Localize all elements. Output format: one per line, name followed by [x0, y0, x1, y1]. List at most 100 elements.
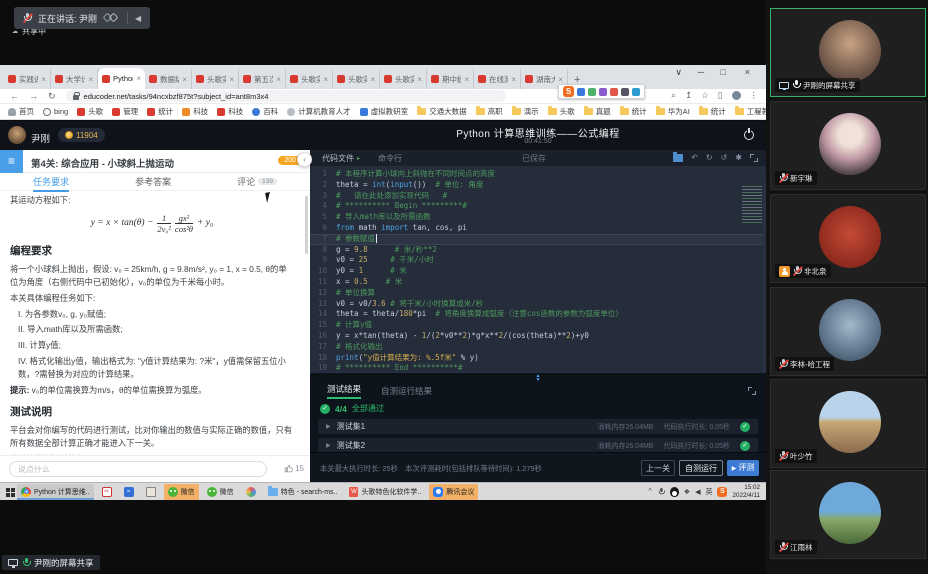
- browser-tab[interactable]: 头歌实×: [333, 69, 380, 89]
- browser-tab[interactable]: 在线测×: [474, 69, 521, 89]
- code-line[interactable]: 2theta = int(input()) # 单位: 角度: [310, 180, 766, 191]
- bookmark-item[interactable]: 高职: [476, 106, 503, 117]
- browser-tab[interactable]: 大学计×: [51, 69, 98, 89]
- meeting-float-bar[interactable]: 正在讲话: 尹刚 ◀: [14, 7, 150, 29]
- taskbar-chrome-button[interactable]: Python 计算思维..: [17, 484, 94, 500]
- bookmark-item[interactable]: 统计: [620, 106, 647, 117]
- bookmark-item[interactable]: 科技: [217, 106, 243, 117]
- browser-tab[interactable]: 头歌实×: [286, 69, 333, 89]
- evaluate-button[interactable]: ▶评测: [727, 460, 759, 476]
- menu-icon[interactable]: ⋮: [750, 90, 759, 101]
- emoji-icon[interactable]: [588, 88, 596, 96]
- test-set-row[interactable]: ▶测试集2消耗内存26.04MB代码执行时长: 0.05秒✓: [318, 438, 758, 453]
- bookmark-item[interactable]: 科技: [182, 106, 208, 117]
- bookmark-item[interactable]: 百科: [252, 106, 278, 117]
- browser-tab[interactable]: 数据结×: [145, 69, 192, 89]
- browser-tab[interactable]: 期中统×: [427, 69, 474, 89]
- browser-tab[interactable]: Python×: [98, 68, 145, 89]
- taskbar-snip-button[interactable]: ✂: [98, 484, 116, 500]
- bookmark-item[interactable]: 计算机教育人才: [287, 106, 351, 117]
- participant-tile[interactable]: 叶少竹: [770, 379, 926, 468]
- tab-close-icon[interactable]: ×: [417, 75, 422, 84]
- address-bar[interactable]: educoder.net/tasks/94ncxbzf875t?subject_…: [66, 90, 506, 102]
- input-language[interactable]: 英: [705, 487, 712, 497]
- tab-close-icon[interactable]: ×: [276, 75, 281, 84]
- close-icon[interactable]: ×: [745, 67, 750, 77]
- share-icon[interactable]: ↥: [685, 90, 692, 101]
- code-line[interactable]: 4# ********** Begin *********#: [310, 201, 766, 212]
- taskbar-clock[interactable]: 15:02 2022/4/11: [732, 484, 762, 500]
- user-avatar[interactable]: [8, 126, 26, 144]
- bookmark-item[interactable]: 首页: [8, 106, 34, 117]
- comment-input[interactable]: [9, 461, 267, 477]
- code-line[interactable]: 6from math import tan, cos, pi: [310, 223, 766, 234]
- taskbar-folder2-button[interactable]: 特色 - search-ms..: [264, 484, 342, 500]
- reload-icon[interactable]: ↻: [48, 91, 56, 102]
- panel-resize-handle[interactable]: ▲▼: [310, 372, 766, 382]
- code-line[interactable]: 9v0 = 25 # 千米/小时: [310, 255, 766, 266]
- clipboard-icon[interactable]: [610, 88, 618, 96]
- tab-close-icon[interactable]: ×: [323, 75, 328, 84]
- participant-tile[interactable]: 尹刚的屏幕共享: [770, 8, 926, 97]
- bookmark-item[interactable]: bing: [43, 107, 68, 116]
- sogou-tray-icon[interactable]: S: [717, 487, 727, 497]
- tab-close-icon[interactable]: ×: [511, 75, 516, 84]
- taskbar-wechat-button[interactable]: 微信: [164, 484, 199, 500]
- bookmark-item[interactable]: 华为AI: [656, 106, 690, 117]
- bookmark-item[interactable]: 工程教育专业认证: [735, 106, 766, 117]
- browser-tab[interactable]: 实践课×: [4, 69, 51, 89]
- code-line[interactable]: 11x = 0.5 # 米: [310, 277, 766, 288]
- profile-avatar[interactable]: [732, 91, 741, 100]
- start-button-icon[interactable]: [6, 488, 10, 492]
- browser-tab[interactable]: 头歌实×: [192, 69, 239, 89]
- bookmark-item[interactable]: 虚拟教研室: [360, 106, 409, 117]
- code-line[interactable]: 5# 导入math库以及所需函数: [310, 212, 766, 223]
- code-line[interactable]: 19# ********** End **********#: [310, 363, 766, 372]
- tab-test-results[interactable]: 测试结果: [327, 383, 361, 399]
- panel-collapse-handle[interactable]: ‹: [297, 152, 312, 167]
- code-line[interactable]: 10y0 = 1 # 米: [310, 266, 766, 277]
- tab-close-icon[interactable]: ×: [41, 75, 46, 84]
- volume-icon[interactable]: ◀: [695, 488, 700, 496]
- bookmark-item[interactable]: 交通大数据: [417, 106, 467, 117]
- code-line[interactable]: 15# 计算y值: [310, 320, 766, 331]
- browser-tab[interactable]: 头歌实×: [380, 69, 427, 89]
- reset-icon[interactable]: ↻: [706, 153, 713, 162]
- side-panel-icon[interactable]: ▯: [718, 90, 723, 101]
- tab-close-icon[interactable]: ×: [370, 75, 375, 84]
- tab-close-icon[interactable]: ×: [558, 75, 563, 84]
- code-line[interactable]: 3# 请在此处添加实现代码 #: [310, 191, 766, 202]
- tab-close-icon[interactable]: ×: [88, 75, 93, 84]
- tab-command-line[interactable]: 命令行: [378, 153, 402, 164]
- code-line[interactable]: 1# 本程序计算小球向上斜抛在不同时间点的高度: [310, 169, 766, 180]
- voice-icon[interactable]: [599, 88, 607, 96]
- expand-arrow-icon[interactable]: ▶: [326, 423, 331, 430]
- code-line[interactable]: 8g = 9.8 # 米/秒**2: [310, 245, 766, 256]
- tray-mic-icon[interactable]: [658, 488, 664, 496]
- tab-comments[interactable]: 评论 139: [237, 175, 277, 188]
- settings-grid-icon[interactable]: [632, 88, 640, 96]
- bookmark-item[interactable]: 头歌: [77, 106, 103, 117]
- forward-icon[interactable]: →: [29, 91, 38, 101]
- previous-stage-button[interactable]: 上一关: [641, 460, 675, 476]
- bookmark-item[interactable]: 真题: [584, 106, 611, 117]
- participant-tile[interactable]: 李林-哈工程: [770, 287, 926, 376]
- taskbar-word-button[interactable]: W头歌特色化软件学..: [345, 484, 425, 500]
- bookmark-item[interactable]: 管理: [112, 106, 138, 117]
- code-line[interactable]: 13v0 = v0/3.6 # 将千米/小时换算成米/秒: [310, 299, 766, 310]
- tab-requirements[interactable]: 任务要求: [33, 175, 69, 192]
- taskbar-calc-button[interactable]: =: [120, 484, 138, 500]
- maximize-icon[interactable]: □: [721, 67, 726, 77]
- participant-tile[interactable]: 非北泉: [770, 194, 926, 283]
- code-line[interactable]: 18print("y值计算结果为: %.5f米" % y): [310, 353, 766, 364]
- fullscreen-icon[interactable]: [750, 154, 758, 162]
- code-line[interactable]: 16y = x*tan(theta) - 1/(2*v0**2)*g*x**2/…: [310, 331, 766, 342]
- browser-tab[interactable]: 第五次×: [239, 69, 286, 89]
- code-line[interactable]: 12# 单位换算: [310, 288, 766, 299]
- code-line[interactable]: 14theta = theta/180*pi # 将角度换算成弧度（注意cos函…: [310, 309, 766, 320]
- bookmark-item[interactable]: 统计: [699, 106, 726, 117]
- editor-minimap[interactable]: [742, 186, 762, 224]
- tab-answer[interactable]: 参考答案: [135, 175, 171, 188]
- exit-power-icon[interactable]: [744, 130, 754, 140]
- bookmark-item[interactable]: 演示: [512, 106, 539, 117]
